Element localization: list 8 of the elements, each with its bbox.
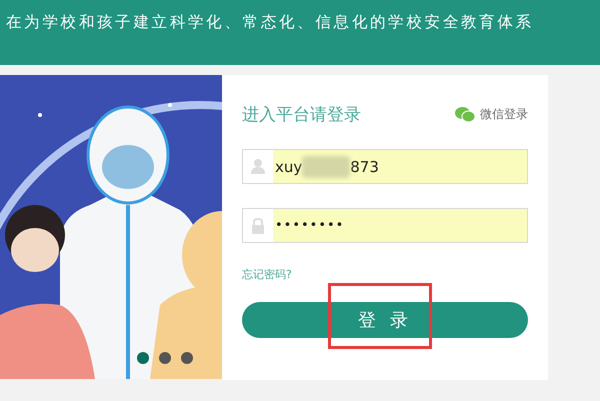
slogan: 在为学校和孩子建立科学化、常态化、信息化的学校安全教育体系 (6, 12, 534, 33)
user-icon (251, 159, 265, 174)
username-field[interactable]: xuy 873 (242, 149, 528, 184)
password-field[interactable]: •••••••• (242, 208, 528, 243)
login-title: 进入平台请登录 (242, 104, 361, 126)
lock-icon (251, 218, 265, 234)
login-button[interactable]: 登 录 (242, 302, 528, 338)
wechat-login-link[interactable]: 微信登录 (480, 106, 528, 123)
